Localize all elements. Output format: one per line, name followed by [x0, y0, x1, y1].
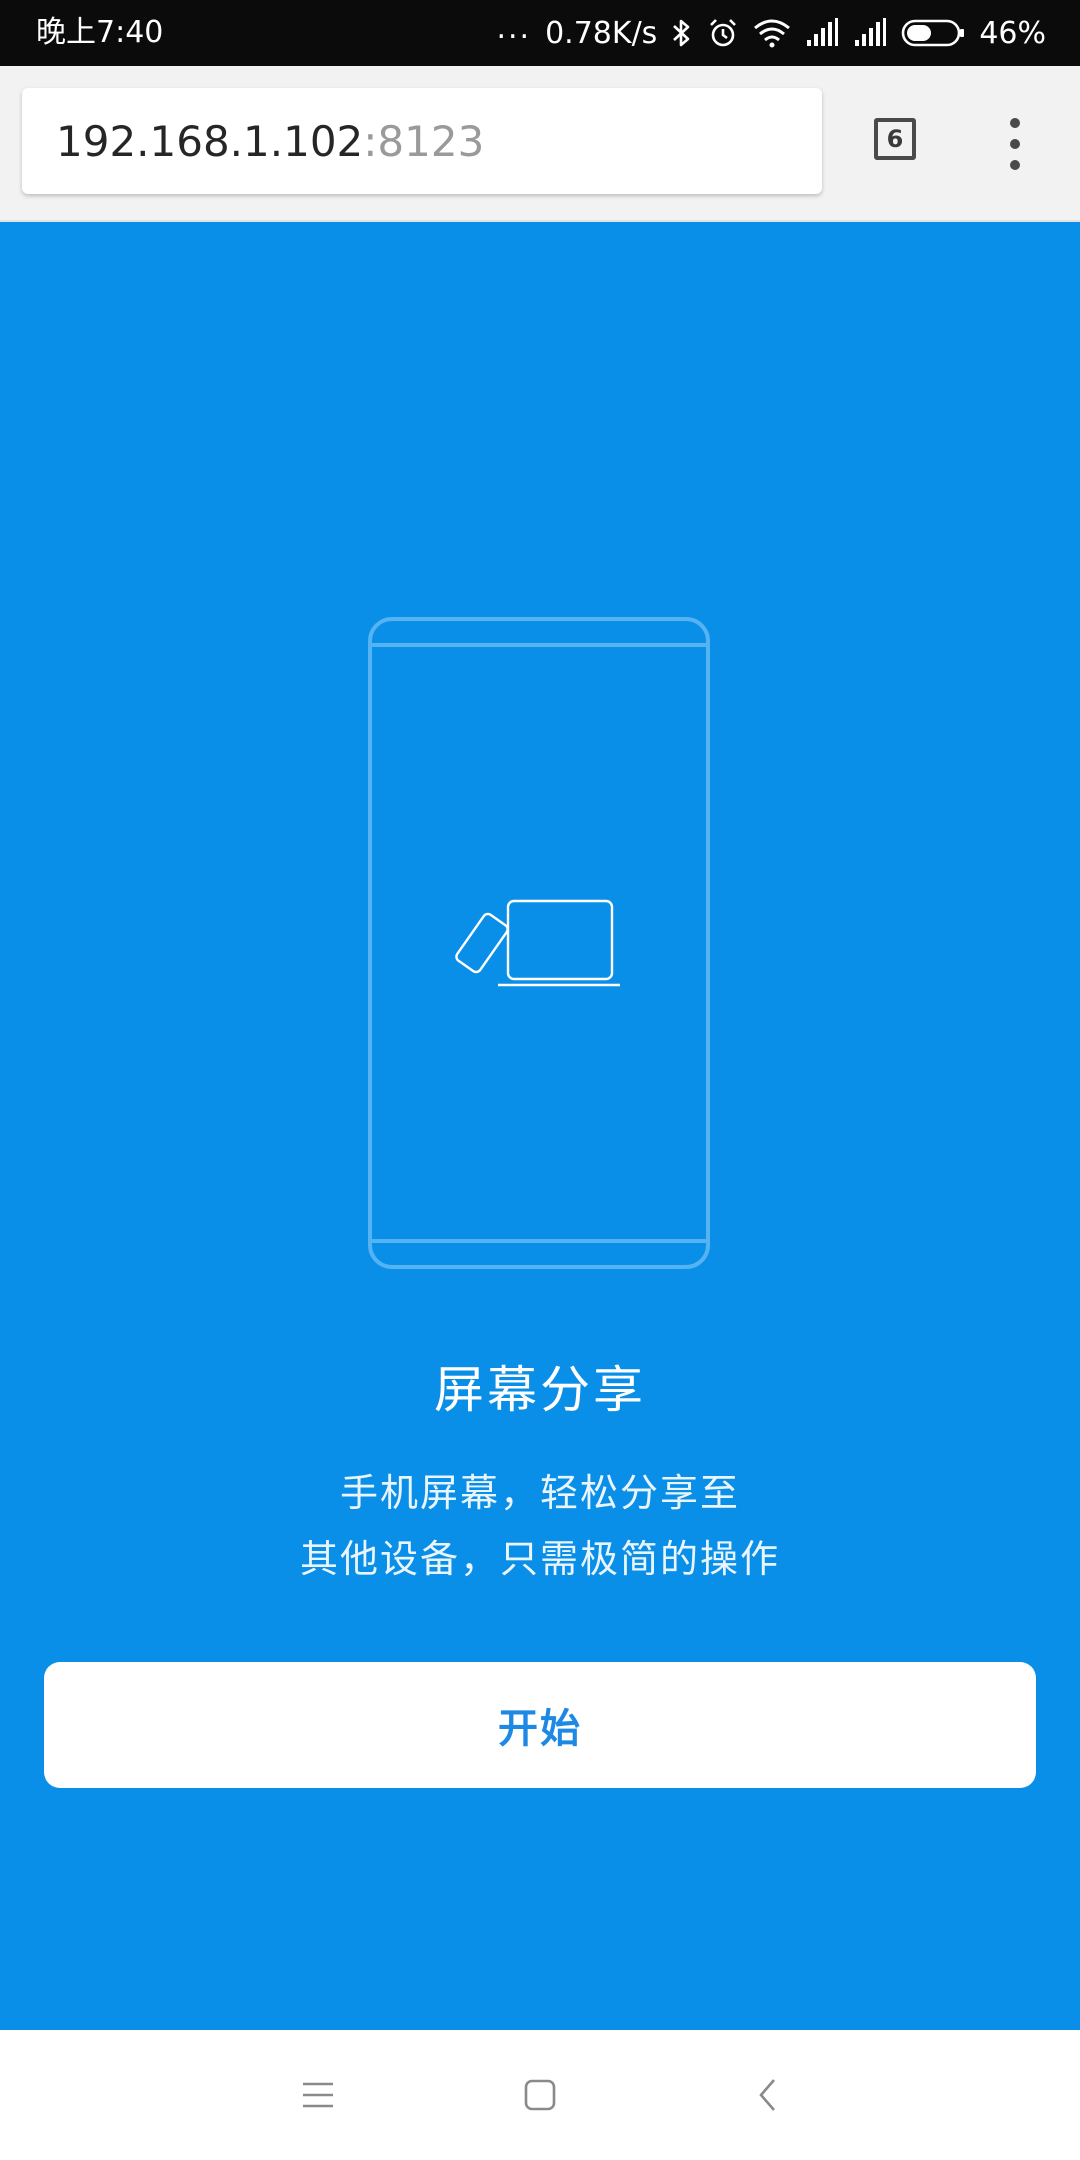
- battery-level: 46%: [979, 15, 1046, 51]
- tab-switcher-button[interactable]: 6: [874, 118, 916, 160]
- browser-toolbar: 192.168.1.102:8123 6: [0, 66, 1080, 222]
- description-line-2: 其他设备，只需极简的操作: [299, 1537, 780, 1581]
- status-time: 晚上7:40: [36, 15, 164, 50]
- url-bar[interactable]: 192.168.1.102:8123: [22, 88, 822, 194]
- back-icon[interactable]: [733, 2060, 803, 2130]
- status-bar: 晚上7:40 ... 0.78K/s 46%: [0, 0, 1080, 66]
- more-vert-icon[interactable]: [1000, 118, 1032, 170]
- signal-icon: [805, 18, 839, 48]
- wifi-icon: [753, 18, 791, 48]
- url-port: :8123: [363, 116, 485, 166]
- signal-icon: [853, 18, 887, 48]
- bluetooth-icon: [671, 17, 693, 49]
- alarm-icon: [707, 17, 739, 49]
- net-speed: 0.78K/s: [545, 15, 658, 51]
- phone-with-screen-share-icon: [368, 617, 710, 1269]
- start-button[interactable]: 开始: [44, 1662, 1036, 1788]
- screen-share-page: 屏幕分享 手机屏幕，轻松分享至 其他设备，只需极简的操作 开始: [0, 222, 1080, 2030]
- page-title: 屏幕分享: [434, 1361, 646, 1419]
- battery-icon: [901, 19, 965, 47]
- screen-share-icon: [455, 899, 620, 987]
- status-icons: ... 0.78K/s 46%: [496, 10, 1046, 56]
- menu-icon[interactable]: [283, 2060, 353, 2130]
- url-host: 192.168.1.102: [56, 116, 364, 166]
- navigation-bar: [0, 2030, 1080, 2160]
- status-dots: ...: [496, 10, 532, 46]
- description-line-1: 手机屏幕，轻松分享至: [339, 1471, 740, 1515]
- home-icon[interactable]: [505, 2060, 575, 2130]
